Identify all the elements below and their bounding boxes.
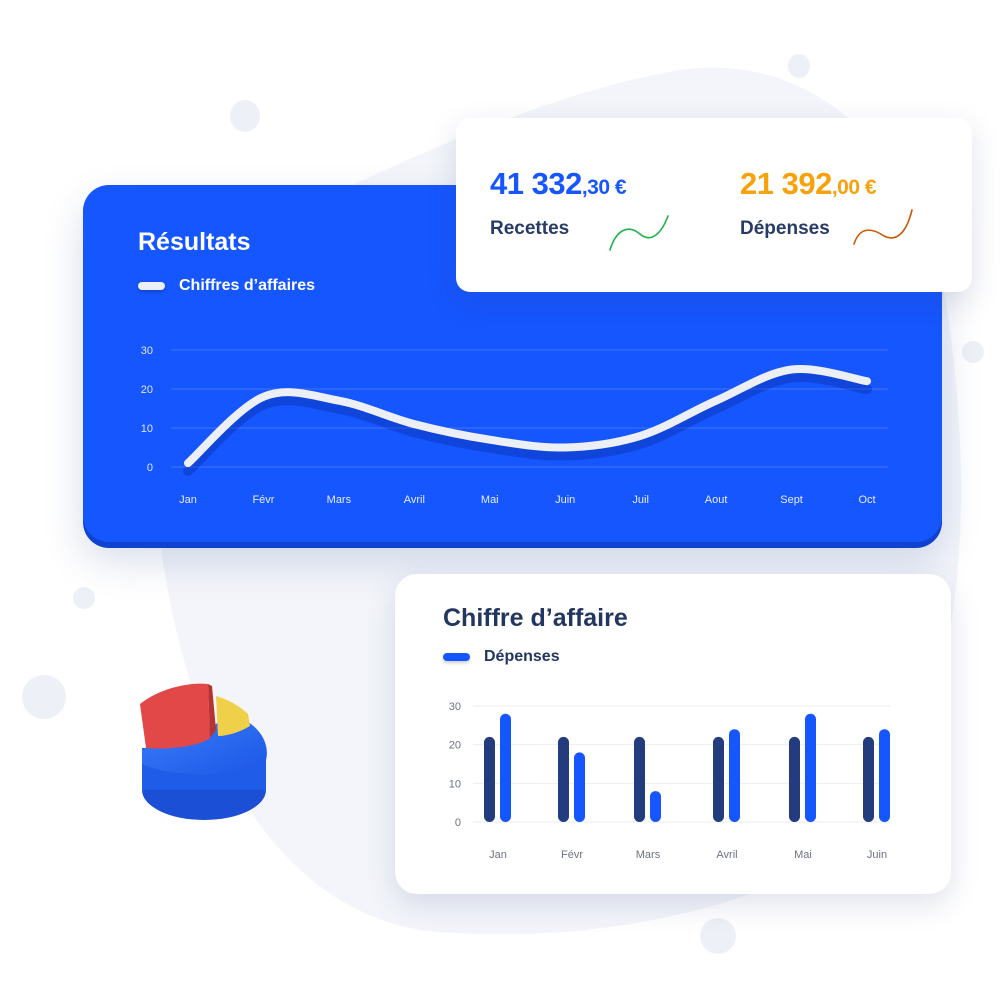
bar bbox=[863, 736, 874, 822]
y-tick-label: 30 bbox=[141, 345, 153, 357]
decorative-dot bbox=[962, 341, 984, 363]
bar bbox=[729, 729, 740, 822]
bar bbox=[484, 736, 495, 822]
kpi-value-dec: ,00 € bbox=[831, 176, 877, 199]
x-tick-label: Avril bbox=[404, 494, 425, 506]
x-tick-label: Oct bbox=[858, 494, 875, 506]
x-tick-label: Avril bbox=[716, 849, 737, 861]
x-tick-label: Mars bbox=[327, 494, 352, 506]
kpi-value-int: 41 332 bbox=[490, 166, 582, 201]
y-tick-label: 10 bbox=[141, 423, 153, 435]
x-tick-label: Mars bbox=[636, 849, 661, 861]
y-tick-label: 20 bbox=[449, 740, 461, 752]
x-tick-label: Mai bbox=[481, 494, 499, 506]
decorative-dot bbox=[22, 675, 66, 719]
bar bbox=[789, 736, 800, 822]
x-tick-label: Jan bbox=[489, 849, 507, 861]
bar-chart-card: Chiffre d’affaire Dépenses 0 10 20 30 Jan Fév… bbox=[395, 574, 951, 894]
kpi-value-dec: ,30 € bbox=[581, 176, 627, 199]
decorative-dot bbox=[788, 54, 810, 78]
kpi-value-int: 21 392 bbox=[740, 166, 832, 201]
decorative-dot bbox=[73, 587, 95, 609]
sparkline-up-icon bbox=[609, 215, 669, 251]
kpi-value: 41 332,30 € bbox=[490, 166, 627, 202]
y-tick-label: 20 bbox=[141, 384, 153, 396]
kpi-value: 21 392,00 € bbox=[740, 166, 877, 202]
x-tick-label: Jan bbox=[179, 494, 197, 506]
kpi-card: 41 332,30 € Recettes 21 392,00 € Dépense… bbox=[456, 118, 972, 292]
bar bbox=[650, 791, 661, 822]
y-tick-label: 0 bbox=[455, 817, 461, 829]
x-tick-label: Juin bbox=[867, 849, 887, 861]
y-tick-label: 10 bbox=[449, 778, 461, 790]
x-tick-label: Juil bbox=[632, 494, 649, 506]
pie-chart-icon bbox=[140, 683, 267, 820]
decorative-dot bbox=[700, 918, 736, 954]
bar bbox=[805, 713, 816, 822]
bar bbox=[558, 736, 569, 822]
y-tick-label: 0 bbox=[147, 462, 153, 474]
x-tick-label: Sept bbox=[780, 494, 803, 506]
bar bbox=[879, 729, 890, 822]
decorative-dot bbox=[230, 100, 260, 132]
bar-chart: 0 10 20 30 Jan Févr Mars Avril Mai Juin bbox=[449, 701, 890, 861]
x-tick-label: Juin bbox=[555, 494, 575, 506]
bar bbox=[500, 713, 511, 822]
bar bbox=[574, 752, 585, 822]
x-tick-label: Mai bbox=[794, 849, 812, 861]
sparkline-down-icon bbox=[853, 209, 913, 245]
bar bbox=[713, 736, 724, 822]
x-tick-label: Févr bbox=[252, 494, 274, 506]
bar bbox=[634, 736, 645, 822]
x-tick-label: Aout bbox=[705, 494, 728, 506]
y-tick-label: 30 bbox=[449, 701, 461, 713]
x-tick-label: Févr bbox=[561, 849, 583, 861]
